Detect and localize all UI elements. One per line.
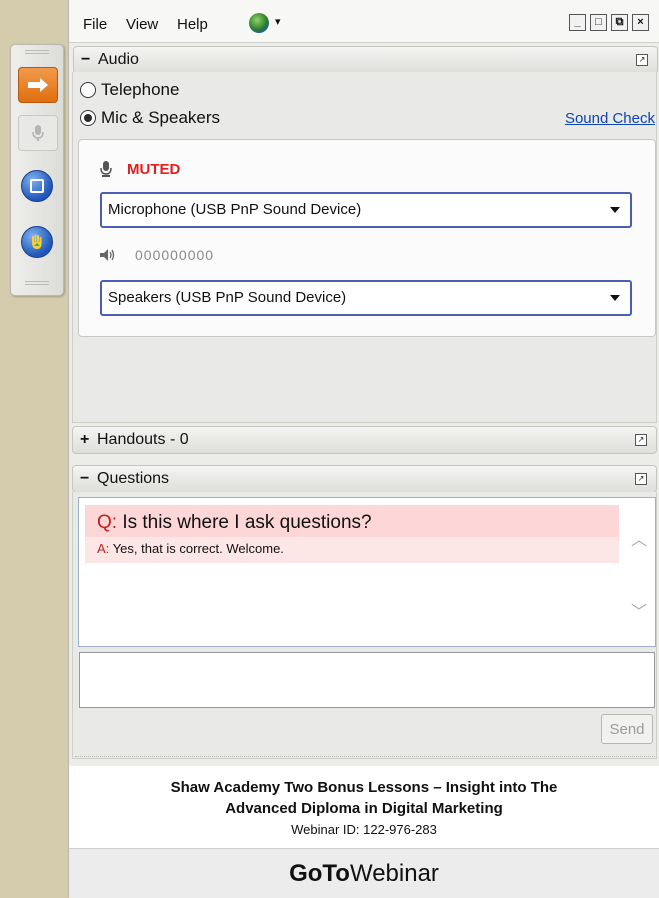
webinar-title-line2: Advanced Diploma in Digital Marketing (225, 800, 503, 817)
screen-view-button[interactable] (18, 169, 56, 203)
popout-icon[interactable]: ↗ (635, 473, 647, 485)
question-text: Is this where I ask questions? (122, 512, 372, 533)
brand-rest: Webinar (349, 860, 439, 887)
bottom-grip[interactable] (25, 281, 49, 287)
audio-header[interactable]: − Audio ↗ (73, 46, 658, 74)
speaker-icon (100, 249, 115, 261)
question-entry: Q: Is this where I ask questions? A: Yes… (85, 505, 619, 563)
gotowebinar-logo: GoToWebinar (69, 848, 659, 898)
popout-icon[interactable]: ↗ (636, 54, 648, 66)
menu-bar: File View Help ▾ _ □ ⧉ × (69, 0, 659, 43)
questions-header[interactable]: − Questions ↗ (72, 465, 657, 493)
brand-bold: GoTo (289, 860, 350, 887)
questions-title: Questions (97, 470, 170, 487)
questions-log[interactable]: Q: Is this where I ask questions? A: Yes… (78, 497, 656, 647)
webinar-title: Shaw Academy Two Bonus Lessons – Insight… (69, 777, 659, 819)
microphone-select[interactable]: Microphone (USB PnP Sound Device) (100, 192, 632, 228)
dropdown-arrow-icon[interactable] (610, 207, 620, 213)
webinar-info: Shaw Academy Two Bonus Lessons – Insight… (69, 766, 659, 848)
handouts-header[interactable]: + Handouts - 0 ↗ (72, 426, 657, 454)
speaker-level-row: 000000000 (99, 247, 214, 263)
top-grip[interactable] (25, 50, 49, 56)
mic-muted-status: MUTED (127, 160, 181, 178)
speakers-select[interactable]: Speakers (USB PnP Sound Device) (100, 280, 632, 316)
minimize-icon[interactable]: _ (569, 14, 586, 31)
answer-line: A: Yes, that is correct. Welcome. (85, 537, 619, 563)
maximize-icon[interactable]: □ (590, 14, 607, 31)
telephone-option[interactable]: Telephone (80, 80, 179, 100)
resize-grip[interactable] (75, 750, 655, 757)
microphone-value: Microphone (USB PnP Sound Device) (108, 201, 362, 218)
scroll-up-icon[interactable]: ︿ (631, 526, 647, 550)
mic-speakers-option[interactable]: Mic & Speakers (80, 108, 220, 128)
telephone-label: Telephone (101, 80, 180, 99)
audio-title: Audio (98, 51, 139, 68)
raise-hand-button[interactable] (18, 225, 56, 259)
collapse-icon[interactable]: − (81, 47, 90, 73)
handouts-title: Handouts - 0 (97, 431, 189, 448)
collapse-arrow-button[interactable] (18, 67, 58, 103)
expand-icon[interactable]: + (80, 427, 89, 453)
close-icon[interactable]: × (632, 14, 649, 31)
mic-status-row: MUTED (99, 160, 180, 178)
microphone-icon (32, 125, 44, 141)
send-button[interactable]: Send (601, 714, 653, 744)
collapse-icon[interactable]: − (80, 466, 89, 492)
menu-view[interactable]: View (126, 16, 158, 33)
question-tag: Q: (97, 512, 118, 533)
sound-check-link[interactable]: Sound Check (565, 110, 655, 127)
popout-icon[interactable]: ↗ (635, 434, 647, 446)
screen-icon (30, 179, 44, 193)
question-input[interactable] (79, 652, 655, 708)
microphone-icon (100, 161, 112, 177)
radio-mic-speakers[interactable] (80, 110, 96, 126)
speaker-level-meter: 000000000 (135, 247, 215, 263)
mic-speakers-label: Mic & Speakers (101, 108, 221, 127)
webinar-id: Webinar ID: 122-976-283 (291, 822, 437, 837)
question-line: Q: Is this where I ask questions? (97, 512, 372, 534)
raise-hand-icon (32, 234, 42, 249)
scroll-down-icon[interactable]: ﹀ (631, 598, 647, 622)
caret-down-icon[interactable]: ▾ (275, 15, 281, 28)
side-toolbar (10, 44, 64, 296)
mic-toggle-button[interactable] (18, 115, 58, 151)
dropdown-arrow-icon[interactable] (610, 295, 620, 301)
menu-file[interactable]: File (83, 16, 107, 33)
speakers-value: Speakers (USB PnP Sound Device) (108, 289, 347, 306)
radio-telephone[interactable] (80, 82, 96, 98)
audio-device-box: MUTED Microphone (USB PnP Sound Device) … (78, 139, 656, 337)
popout-icon[interactable]: ⧉ (611, 14, 628, 31)
answer-text: Yes, that is correct. Welcome. (112, 541, 284, 556)
arrow-right-icon (28, 78, 48, 92)
webinar-title-line1: Shaw Academy Two Bonus Lessons – Insight… (170, 779, 558, 796)
answer-tag: A: (97, 541, 110, 556)
menu-help[interactable]: Help (177, 16, 208, 33)
globe-icon[interactable] (249, 13, 269, 33)
